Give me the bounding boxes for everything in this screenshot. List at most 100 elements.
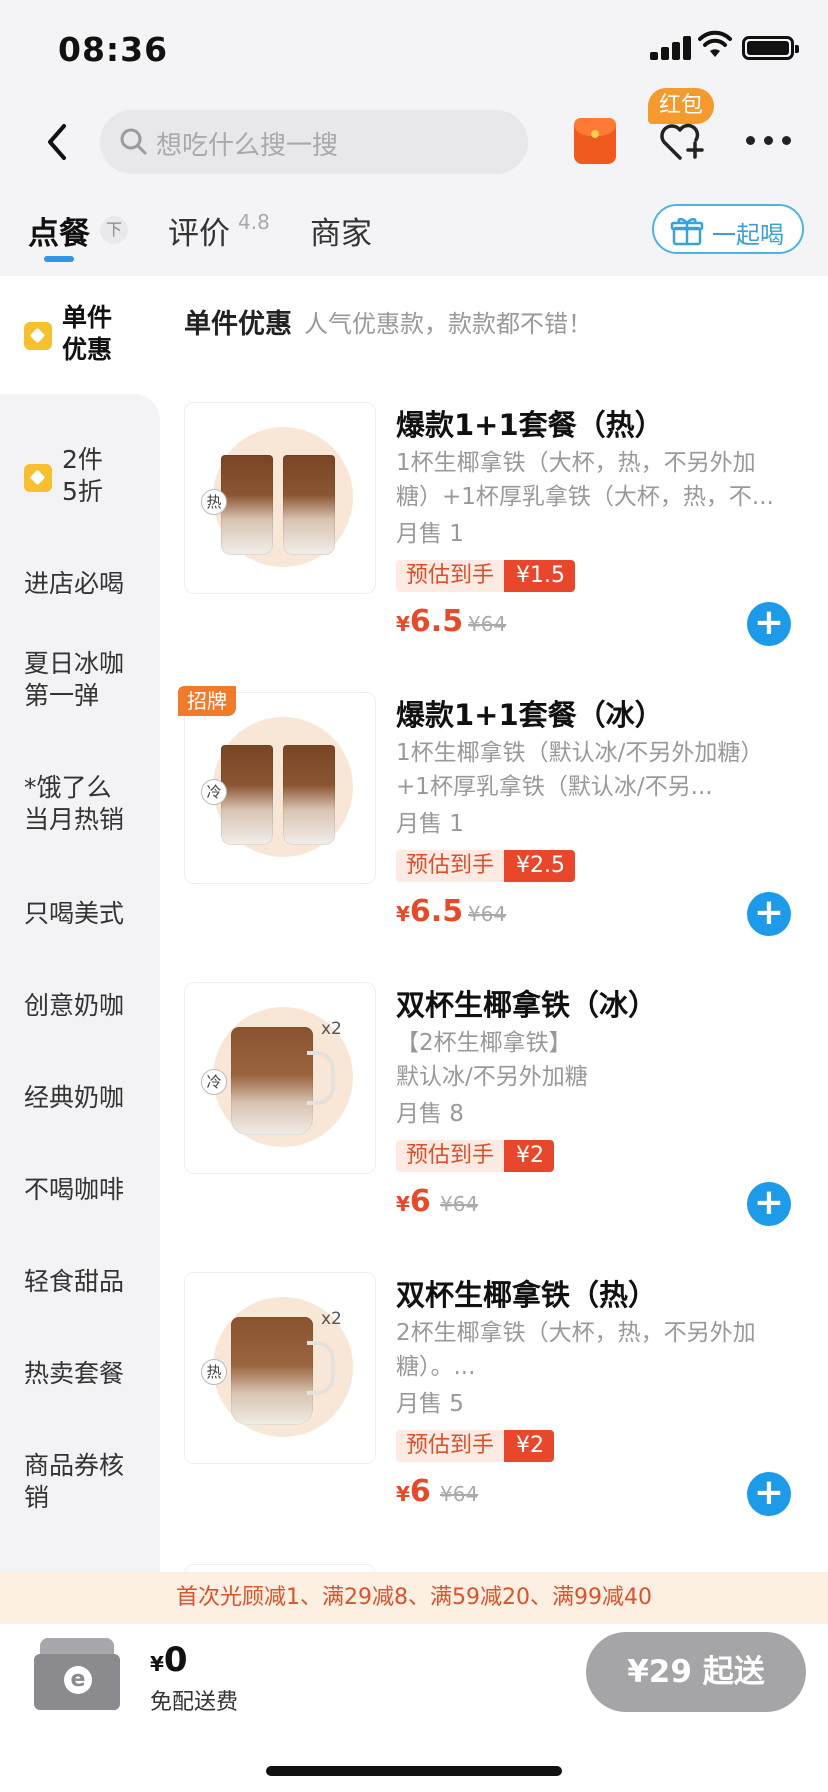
home-indicator bbox=[266, 1766, 562, 1776]
temperature-tag: 冷 bbox=[201, 1069, 227, 1095]
sidebar-item-label: 不喝咖啡 bbox=[24, 1175, 125, 1204]
sidebar-item-summer-iced[interactable]: 夏日冰咖 第一弹 bbox=[0, 626, 160, 716]
product-price: ¥6.5 bbox=[396, 894, 464, 929]
product-description: 1杯生椰拿铁（默认冰/不另外加糖）+1杯厚乳拿铁（默认冰/不另... bbox=[396, 740, 764, 800]
sidebar-item-label: 热卖套餐 bbox=[24, 1359, 125, 1388]
back-icon[interactable] bbox=[40, 120, 76, 164]
delivery-fee: 免配送费 bbox=[150, 1690, 239, 1715]
original-price: ¥64 bbox=[468, 612, 507, 636]
temperature-tag: 热 bbox=[201, 1359, 227, 1385]
add-to-cart-button[interactable]: + bbox=[747, 1472, 791, 1516]
rating-score: 4.8 bbox=[238, 210, 270, 234]
sidebar-item-combos[interactable]: 热卖套餐 bbox=[0, 1340, 160, 1410]
quantity-multiplier: x2 bbox=[321, 1309, 342, 1329]
product-price: ¥6 bbox=[396, 1184, 431, 1219]
sidebar-item-snacks[interactable]: 轻食甜品 bbox=[0, 1248, 160, 1318]
search-icon bbox=[120, 128, 147, 155]
estimated-label: 预估到手 bbox=[396, 560, 505, 592]
estimated-price-tag: 预估到手 ¥1.5 bbox=[396, 560, 575, 592]
estimated-price: ¥1.5 bbox=[504, 560, 575, 592]
monthly-sales: 月售 8 bbox=[396, 1101, 464, 1127]
sidebar-item-label: 只喝美式 bbox=[24, 899, 125, 928]
product-card[interactable]: 热 爆款1+1套餐（热） 1杯生椰拿铁（大杯，热，不另外加糖）+1杯厚乳拿铁（大… bbox=[184, 402, 814, 682]
cart-total: ¥0 bbox=[150, 1640, 188, 1680]
product-image: 冷 bbox=[184, 692, 376, 884]
category-sidebar: 单件 优惠 2件 5折 进店必喝 夏日冰咖 第一弹 *饿了么 当月热销 只喝美式… bbox=[0, 276, 160, 1572]
product-card[interactable]: x2 热 双杯生椰拿铁（热） 2杯生椰拿铁（大杯，热，不另外加糖）。... 月售… bbox=[184, 1272, 814, 1552]
sidebar-item-label: *饿了么 当月热销 bbox=[24, 773, 125, 834]
estimated-price-tag: 预估到手 ¥2.5 bbox=[396, 850, 575, 882]
tab-reviews[interactable]: 评价 bbox=[168, 208, 230, 253]
product-card[interactable]: x2 冷 双杯生椰拿铁（冰） 【2杯生椰拿铁】 默认冰/不另外加糖 月售 8 预… bbox=[184, 982, 814, 1262]
add-to-cart-button[interactable]: + bbox=[747, 602, 791, 646]
estimated-price-tag: 预估到手 ¥2 bbox=[396, 1140, 555, 1172]
gift-icon bbox=[670, 218, 704, 246]
sidebar-item-label: 轻食甜品 bbox=[24, 1267, 125, 1296]
sidebar-item-label: 单件 优惠 bbox=[62, 303, 113, 364]
sidebar-item-americano[interactable]: 只喝美式 bbox=[0, 880, 160, 950]
sidebar-divider bbox=[0, 394, 160, 424]
product-description: 【2杯生椰拿铁】 默认冰/不另外加糖 bbox=[396, 1030, 588, 1090]
product-name: 爆款1+1套餐（冰） bbox=[396, 698, 664, 732]
product-card[interactable]: 冷 招牌 爆款1+1套餐（冰） 1杯生椰拿铁（默认冰/不另外加糖）+1杯厚乳拿铁… bbox=[178, 686, 814, 972]
product-image: x2 热 bbox=[184, 1272, 376, 1464]
promo-banner: 首次光顾减1、满29减8、满59减20、满99减40 bbox=[0, 1572, 828, 1624]
more-icon[interactable] bbox=[746, 136, 792, 146]
monthly-sales: 月售 1 bbox=[396, 521, 464, 547]
battery-icon bbox=[742, 36, 799, 60]
favorite-add-icon[interactable] bbox=[656, 118, 706, 164]
estimated-price: ¥2 bbox=[504, 1140, 555, 1172]
monthly-sales: 月售 1 bbox=[396, 811, 464, 837]
red-packet-icon[interactable] bbox=[574, 118, 616, 164]
product-name: 双杯生椰拿铁（热） bbox=[396, 1278, 658, 1312]
temperature-tag: 冷 bbox=[201, 779, 227, 805]
pin-icon[interactable]: 下 bbox=[100, 216, 128, 244]
sidebar-item-monthly-hot[interactable]: *饿了么 当月热销 bbox=[0, 750, 160, 840]
monthly-sales: 月售 5 bbox=[396, 1391, 464, 1417]
signature-badge: 招牌 bbox=[178, 686, 236, 716]
status-bar: 08:36 bbox=[0, 0, 828, 96]
estimated-label: 预估到手 bbox=[396, 1430, 505, 1462]
sidebar-item-label: 经典奶咖 bbox=[24, 1083, 125, 1112]
sidebar-item-creative-latte[interactable]: 创意奶咖 bbox=[0, 972, 160, 1042]
search-input[interactable]: 想吃什么搜一搜 bbox=[100, 110, 528, 174]
section-subtitle: 人气优惠款，款款都不错！ bbox=[304, 310, 592, 338]
product-price: ¥6.5 bbox=[396, 604, 464, 639]
product-name: 双杯生椰拿铁（冰） bbox=[396, 988, 658, 1022]
sidebar-item-2-for-50off[interactable]: 2件 5折 bbox=[0, 424, 160, 534]
checkout-button[interactable]: ¥29 起送 bbox=[586, 1632, 806, 1712]
sidebar-item-label: 商品券核 销 bbox=[24, 1451, 125, 1512]
estimated-price-tag: 预估到手 ¥2 bbox=[396, 1430, 555, 1462]
estimated-label: 预估到手 bbox=[396, 850, 505, 882]
original-price: ¥64 bbox=[440, 1482, 479, 1506]
drink-together-label: 一起喝 bbox=[712, 221, 784, 249]
sidebar-item-no-coffee[interactable]: 不喝咖啡 bbox=[0, 1156, 160, 1226]
wifi-icon bbox=[698, 30, 732, 57]
temperature-tag: 热 bbox=[201, 489, 227, 515]
sidebar-item-label: 创意奶咖 bbox=[24, 991, 125, 1020]
section-title: 单件优惠 bbox=[184, 309, 292, 340]
drink-together-button[interactable]: 一起喝 bbox=[652, 204, 804, 254]
add-to-cart-button[interactable]: + bbox=[747, 1182, 791, 1226]
quantity-multiplier: x2 bbox=[321, 1019, 342, 1039]
active-tab-indicator bbox=[44, 256, 74, 262]
product-name: 爆款1+1套餐（热） bbox=[396, 408, 664, 442]
estimated-price: ¥2.5 bbox=[504, 850, 575, 882]
original-price: ¥64 bbox=[468, 902, 507, 926]
estimated-label: 预估到手 bbox=[396, 1140, 505, 1172]
signal-icon bbox=[650, 36, 694, 60]
status-time: 08:36 bbox=[58, 30, 169, 69]
product-image: 热 bbox=[184, 402, 376, 594]
tab-merchant[interactable]: 商家 bbox=[310, 208, 372, 253]
sidebar-item-classic-latte[interactable]: 经典奶咖 bbox=[0, 1064, 160, 1134]
sidebar-item-label: 夏日冰咖 第一弹 bbox=[24, 649, 125, 710]
sidebar-item-single-discount[interactable]: 单件 优惠 bbox=[0, 276, 160, 394]
sidebar-item-voucher[interactable]: 商品券核 销 bbox=[0, 1432, 160, 1522]
coupon-tag-icon bbox=[24, 322, 52, 350]
add-to-cart-button[interactable]: + bbox=[747, 892, 791, 936]
sidebar-item-must-drink[interactable]: 进店必喝 bbox=[0, 546, 160, 616]
cart-icon[interactable]: e bbox=[34, 1638, 120, 1710]
original-price: ¥64 bbox=[440, 1192, 479, 1216]
tab-order[interactable]: 点餐 bbox=[28, 208, 90, 253]
search-placeholder: 想吃什么搜一搜 bbox=[156, 131, 339, 161]
